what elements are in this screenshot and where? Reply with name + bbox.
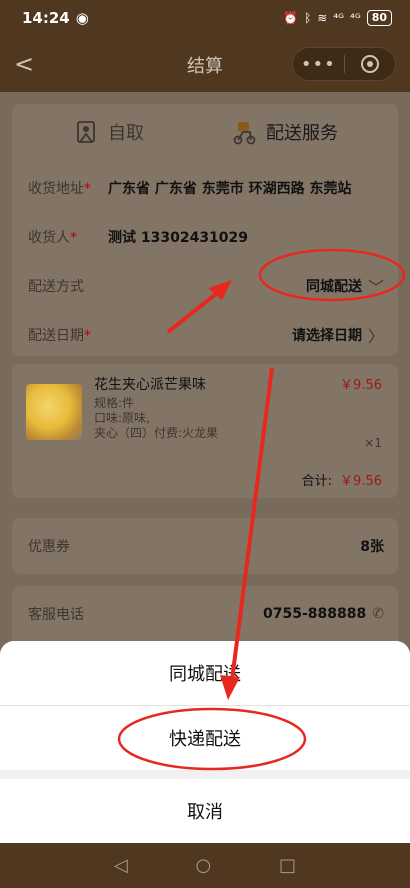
service-row[interactable]: 客服电话 0755-888888 ✆ bbox=[28, 590, 384, 638]
signal-icon-1: ⁴ᴳ bbox=[333, 11, 345, 25]
miniprogram-capsule: ••• bbox=[292, 47, 396, 81]
coupon-row[interactable]: 优惠券 8张 bbox=[28, 522, 384, 570]
delivery-date-row[interactable]: 配送日期* 请选择日期〉 bbox=[28, 311, 384, 359]
back-triangle-icon[interactable]: ◁ bbox=[114, 855, 128, 876]
recents-square-icon[interactable]: □ bbox=[279, 855, 296, 876]
delivery-date-label: 配送日期* bbox=[28, 328, 91, 344]
status-time: 14:24 bbox=[22, 9, 70, 27]
signal-icon-2: ⁴ᴳ bbox=[350, 11, 361, 25]
delivery-label: 配送服务 bbox=[266, 123, 338, 144]
delivery-method-value[interactable]: 同城配送 ﹀ bbox=[306, 274, 384, 298]
courier-icon bbox=[233, 122, 256, 145]
product-image bbox=[26, 384, 82, 440]
service-card[interactable]: 客服电话 0755-888888 ✆ bbox=[12, 586, 398, 646]
receiver-row[interactable]: 收货人* 测试 13302431029 bbox=[28, 213, 384, 261]
sheet-cancel-button[interactable]: 取消 bbox=[0, 779, 410, 843]
coupon-value: 8张 bbox=[360, 539, 384, 555]
product-price: ￥9.56 bbox=[340, 378, 382, 393]
pickup-icon bbox=[77, 121, 95, 143]
product-qty: ×1 bbox=[364, 436, 382, 450]
address-label: 收货地址* bbox=[28, 181, 91, 197]
coupon-card[interactable]: 优惠券 8张 bbox=[12, 518, 398, 574]
delivery-method-action-sheet: 同城配送 快递配送 取消 bbox=[0, 641, 410, 843]
receiver-value: 测试 13302431029 bbox=[108, 230, 249, 246]
delivery-option[interactable]: 配送服务 bbox=[230, 118, 338, 146]
status-icons: ⏰ ᛒ ≋ ⁴ᴳ ⁴ᴳ 80 bbox=[283, 10, 392, 26]
delivery-card: 自取 配送服务 收货地址* 广东省 广东省 东莞市 环湖西路 东莞站 收货人* … bbox=[12, 104, 398, 356]
product-card: 花生夹心派芒果味 ￥9.56 规格:件 口味:原味, 夹心（四）付费:火龙果 ×… bbox=[12, 364, 398, 498]
bluetooth-icon: ᛒ bbox=[304, 11, 312, 25]
pickup-label: 自取 bbox=[108, 123, 144, 144]
nav-bar: < 结算 ••• bbox=[0, 36, 410, 92]
home-circle-icon[interactable]: ○ bbox=[196, 855, 212, 876]
product-total: 合计: ￥9.56 bbox=[301, 474, 382, 489]
address-row[interactable]: 收货地址* 广东省 广东省 东莞市 环湖西路 东莞站 bbox=[28, 164, 384, 212]
delivery-date-value[interactable]: 请选择日期〉 bbox=[292, 323, 384, 347]
alarm-icon: ⏰ bbox=[283, 11, 299, 25]
close-miniprogram-icon[interactable] bbox=[344, 55, 395, 73]
system-nav-bar: ◁ ○ □ bbox=[0, 843, 410, 888]
more-icon[interactable]: ••• bbox=[293, 54, 344, 75]
battery-icon: 80 bbox=[366, 10, 392, 26]
chevron-down-icon: ﹀ bbox=[367, 278, 384, 297]
address-value: 广东省 广东省 东莞市 环湖西路 东莞站 bbox=[108, 181, 352, 197]
sheet-option-express[interactable]: 快递配送 bbox=[0, 706, 410, 770]
sheet-option-same-city[interactable]: 同城配送 bbox=[0, 641, 410, 705]
phone-icon: ✆ bbox=[372, 606, 384, 622]
pickup-option[interactable]: 自取 bbox=[72, 118, 144, 146]
product-filling: 夹心（四）付费:火龙果 bbox=[94, 426, 219, 440]
service-label: 客服电话 bbox=[28, 607, 84, 623]
eye-icon: ◉ bbox=[75, 9, 89, 27]
wifi-icon: ≋ bbox=[317, 11, 328, 25]
delivery-mode-switch: 自取 配送服务 bbox=[12, 118, 398, 158]
service-phone[interactable]: 0755-888888 ✆ bbox=[263, 606, 384, 622]
product-name: 花生夹心派芒果味 bbox=[94, 377, 206, 393]
chevron-right-icon: 〉 bbox=[367, 327, 384, 346]
receiver-label: 收货人* bbox=[28, 230, 77, 246]
delivery-method-label: 配送方式 bbox=[28, 279, 84, 295]
delivery-method-row[interactable]: 配送方式 同城配送 ﹀ bbox=[28, 262, 384, 310]
status-bar: 14:24 ◉ ⏰ ᛒ ≋ ⁴ᴳ ⁴ᴳ 80 bbox=[0, 0, 410, 36]
coupon-label: 优惠券 bbox=[28, 539, 70, 555]
